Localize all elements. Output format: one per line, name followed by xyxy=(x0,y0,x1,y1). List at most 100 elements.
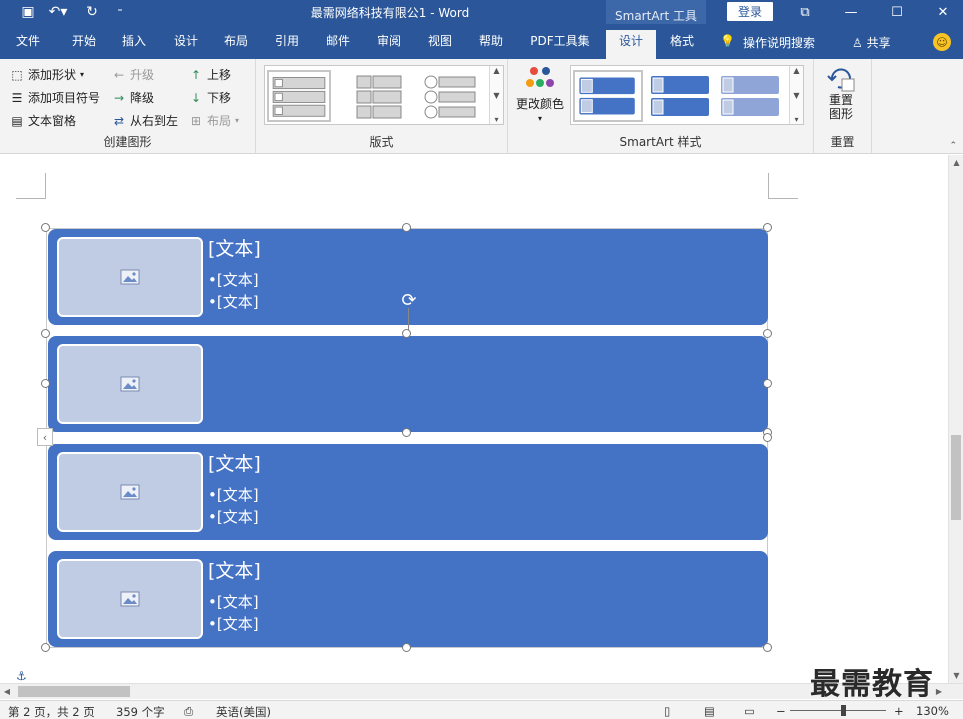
bullet-text[interactable]: •[文本] xyxy=(208,613,259,635)
style-thumbnail-simple[interactable] xyxy=(573,70,643,122)
add-bullet-button[interactable]: ☰ 添加项目符号 xyxy=(10,89,100,106)
zoom-out-icon[interactable]: − xyxy=(776,704,786,718)
tab-insert[interactable]: 插入 xyxy=(112,32,156,58)
zoom-in-icon[interactable]: + xyxy=(894,704,904,718)
shape-resize-handle[interactable] xyxy=(763,433,772,442)
bullet-text[interactable]: •[文本] xyxy=(208,291,259,313)
proofing-icon[interactable]: ⎙ xyxy=(184,704,193,719)
change-colors-button[interactable]: 更改颜色 ▾ xyxy=(516,65,564,123)
add-shape-button[interactable]: ⬚ 添加形状 ▾ xyxy=(10,66,84,83)
undo-icon[interactable]: ↶▾ xyxy=(44,0,72,24)
text-pane-button[interactable]: ▤ 文本窗格 xyxy=(10,112,76,129)
collapse-ribbon-icon[interactable]: ⌃ xyxy=(949,141,957,151)
resize-handle[interactable] xyxy=(41,223,50,232)
picture-placeholder[interactable] xyxy=(57,452,203,532)
tab-smartart-format[interactable]: 格式 xyxy=(660,32,704,58)
tab-mailings[interactable]: 邮件 xyxy=(316,32,360,58)
tab-design[interactable]: 设计 xyxy=(164,32,208,58)
layout-thumbnail-picture-list[interactable] xyxy=(267,70,331,122)
smartart-row[interactable]: [文本] •[文本] •[文本] xyxy=(48,444,768,540)
move-down-button[interactable]: ↓ 下移 xyxy=(189,89,231,106)
resize-handle[interactable] xyxy=(763,223,772,232)
document-canvas[interactable]: [文本] •[文本] •[文本] [文本] •[文本] •[文本] [文本] •… xyxy=(0,155,948,683)
web-layout-icon[interactable]: ▭ xyxy=(744,704,755,718)
zoom-slider[interactable] xyxy=(790,710,886,711)
shape-resize-handle[interactable] xyxy=(41,329,50,338)
style-thumbnail-intense[interactable] xyxy=(717,70,783,122)
maximize-icon[interactable]: ☐ xyxy=(875,0,919,24)
smartart-row[interactable]: [文本] •[文本] •[文本] xyxy=(48,551,768,647)
save-icon[interactable]: ▣ xyxy=(14,0,42,24)
smartart-row-selected[interactable] xyxy=(48,336,768,432)
tab-references[interactable]: 引用 xyxy=(265,32,309,58)
word-count[interactable]: 359 个字 xyxy=(116,704,165,719)
tab-layout[interactable]: 布局 xyxy=(214,32,258,58)
feedback-smiley-icon[interactable]: ☺ xyxy=(933,33,951,51)
horizontal-scroll-thumb[interactable] xyxy=(18,686,130,697)
picture-placeholder[interactable] xyxy=(57,237,203,317)
ribbon-display-options-icon[interactable]: ⧉ xyxy=(783,0,827,24)
tab-file[interactable]: 文件 xyxy=(6,32,50,58)
more-icon[interactable]: ▾ xyxy=(794,115,798,124)
right-to-left-button[interactable]: ⇄ 从右到左 xyxy=(112,112,178,129)
language[interactable]: 英语(美国) xyxy=(216,704,271,719)
resize-handle[interactable] xyxy=(763,643,772,652)
tab-smartart-design[interactable]: 设计 xyxy=(606,30,656,59)
layout-thumbnail-grid[interactable] xyxy=(347,70,411,122)
vertical-scroll-thumb[interactable] xyxy=(951,435,961,520)
chevron-down-icon[interactable]: ▼ xyxy=(493,91,499,100)
tab-view[interactable]: 视图 xyxy=(418,32,462,58)
reset-graphic-button[interactable]: 重置 图形 xyxy=(826,65,856,121)
login-button[interactable]: 登录 xyxy=(727,2,773,21)
styles-gallery-scroll[interactable]: ▲ ▼ ▾ xyxy=(789,66,803,124)
chevron-up-icon[interactable]: ▲ xyxy=(493,66,499,75)
row-title-text[interactable]: [文本] xyxy=(208,234,261,261)
row-bullets[interactable]: •[文本] •[文本] xyxy=(208,591,259,635)
promote-button[interactable]: ← 升级 xyxy=(112,66,154,83)
shape-resize-handle[interactable] xyxy=(402,428,411,437)
row-title-text[interactable]: [文本] xyxy=(208,556,261,583)
more-icon[interactable]: ▾ xyxy=(494,115,498,124)
text-pane-toggle-icon[interactable]: ‹ xyxy=(37,428,53,446)
print-layout-icon[interactable]: ▤ xyxy=(704,704,715,718)
chevron-down-icon[interactable]: ▼ xyxy=(793,91,799,100)
tab-pdf-tools[interactable]: PDF工具集 xyxy=(522,32,598,58)
read-mode-icon[interactable]: ▯ xyxy=(664,704,670,718)
layout-button[interactable]: ⊞ 布局 ▾ xyxy=(189,112,239,129)
style-thumbnail-moderate[interactable] xyxy=(647,70,713,122)
picture-placeholder[interactable] xyxy=(57,559,203,639)
rotate-handle-icon[interactable]: ⟳ xyxy=(399,290,419,311)
zoom-slider-thumb[interactable] xyxy=(841,705,846,716)
customize-quick-access-icon[interactable]: ⁼ xyxy=(106,0,134,24)
shape-resize-handle[interactable] xyxy=(763,329,772,338)
smartart-graphic[interactable]: [文本] •[文本] •[文本] [文本] •[文本] •[文本] [文本] •… xyxy=(41,223,772,652)
scroll-up-icon[interactable]: ▲ xyxy=(949,155,963,170)
share-button[interactable]: ♙ 共享 xyxy=(852,34,891,51)
shape-resize-handle[interactable] xyxy=(763,379,772,388)
move-up-button[interactable]: ↑ 上移 xyxy=(189,66,231,83)
row-title-text[interactable]: [文本] xyxy=(208,449,261,476)
close-icon[interactable]: ✕ xyxy=(921,0,963,24)
shape-resize-handle[interactable] xyxy=(402,329,411,338)
bullet-text[interactable]: •[文本] xyxy=(208,269,259,291)
minimize-icon[interactable]: — xyxy=(829,0,873,24)
resize-handle[interactable] xyxy=(402,223,411,232)
row-bullets[interactable]: •[文本] •[文本] xyxy=(208,269,259,313)
chevron-up-icon[interactable]: ▲ xyxy=(793,66,799,75)
demote-button[interactable]: → 降级 xyxy=(112,89,154,106)
tell-me-search[interactable]: 💡 操作说明搜索 xyxy=(720,34,815,51)
layouts-gallery-scroll[interactable]: ▲ ▼ ▾ xyxy=(489,66,503,124)
row-bullets[interactable]: •[文本] •[文本] xyxy=(208,484,259,528)
bullet-text[interactable]: •[文本] xyxy=(208,591,259,613)
scroll-left-icon[interactable]: ◀ xyxy=(0,684,14,699)
shape-resize-handle[interactable] xyxy=(41,379,50,388)
resize-handle[interactable] xyxy=(41,643,50,652)
resize-handle[interactable] xyxy=(402,643,411,652)
layout-thumbnail-circle-list[interactable] xyxy=(417,70,481,122)
page-count[interactable]: 第 2 页，共 2 页 xyxy=(8,704,95,719)
zoom-level[interactable]: 130% xyxy=(916,704,949,718)
scroll-down-icon[interactable]: ▼ xyxy=(949,668,963,683)
redo-icon[interactable]: ↻ xyxy=(78,0,106,24)
vertical-scrollbar[interactable]: ▲ ▼ xyxy=(948,155,963,683)
tab-help[interactable]: 帮助 xyxy=(469,32,513,58)
